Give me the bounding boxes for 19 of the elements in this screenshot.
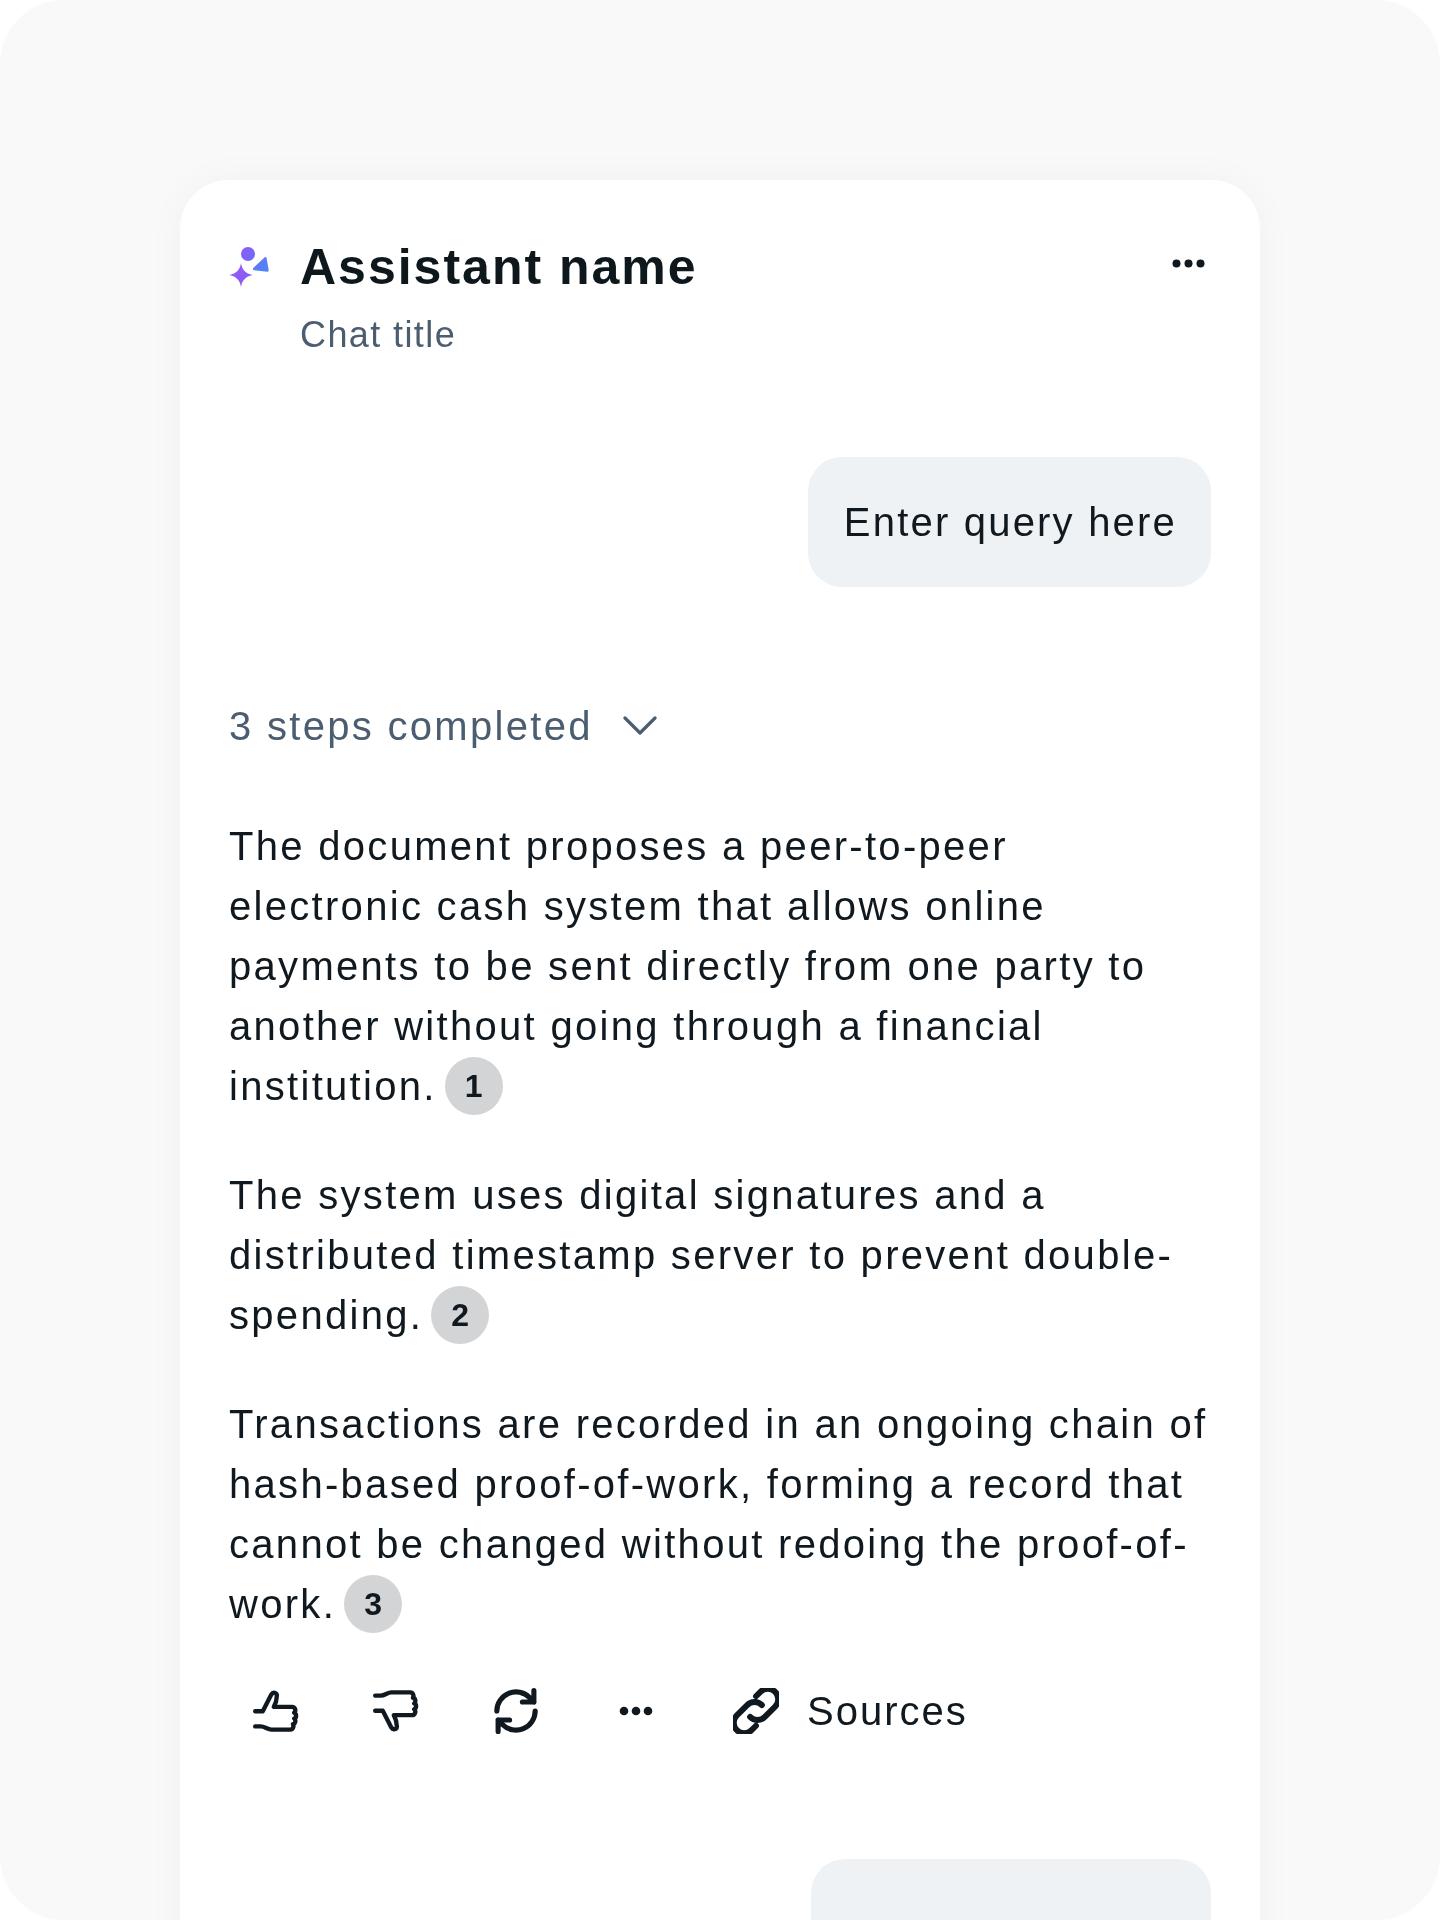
ellipsis-icon	[1172, 258, 1205, 268]
answer-paragraph: Transactions are recorded in an ongoing chain of hash-based proof-of-work, forming a record that cannot be changed without redoing the proof-of-work. 3	[229, 1394, 1211, 1634]
steps-toggle[interactable]: 3 steps completed	[229, 696, 657, 756]
citation-badge[interactable]: 1	[444, 1057, 503, 1115]
ellipsis-icon	[619, 1706, 653, 1716]
user-message-bubble: Enter query here	[807, 457, 1211, 587]
answer-paragraph: The system uses digital signatures and a distributed timestamp server to prevent double-spending. 2	[229, 1165, 1211, 1345]
thumbs-down-icon	[373, 1690, 419, 1732]
thumbs-up-icon	[253, 1690, 299, 1732]
citation-badge[interactable]: 2	[431, 1286, 490, 1344]
sparkle-icon	[229, 246, 271, 288]
answer-paragraph: The document proposes a peer-to-peer electronic cash system that allows online payments to be sent directly from one party to another without going through a financial institution. 1	[229, 816, 1211, 1116]
link-icon	[733, 1688, 779, 1734]
refresh-icon	[493, 1688, 539, 1734]
assistant-name: Assistant name	[300, 238, 698, 297]
chevron-down-icon	[622, 716, 657, 736]
chat-title: Chat title	[300, 313, 458, 357]
citation-badge[interactable]: 3	[344, 1575, 403, 1633]
sources-button[interactable]: Sources	[729, 1683, 972, 1739]
